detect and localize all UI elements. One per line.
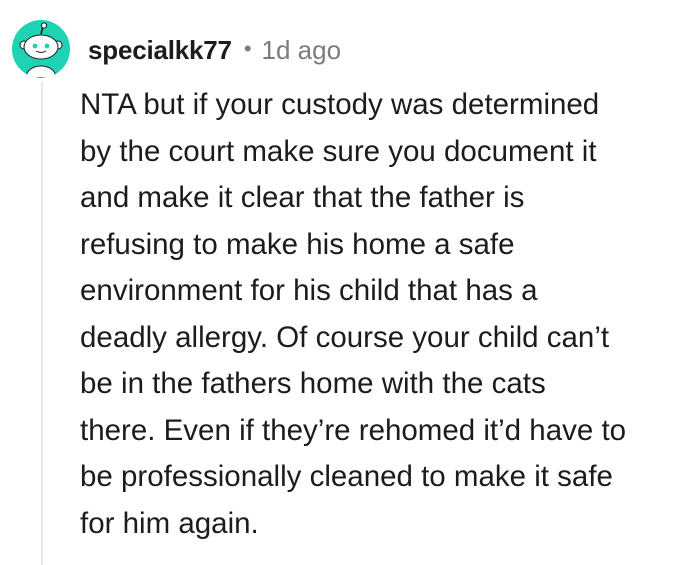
- comment-text-line: refusing to make his home a safe: [80, 227, 515, 261]
- comment-header: specialkk77 • 1d ago: [88, 30, 341, 70]
- comment-text-line: NTA but if your custody was determined: [80, 88, 600, 121]
- comment-text-line: be professionally cleaned to make it saf…: [80, 460, 613, 493]
- comment-thread-line[interactable]: [41, 82, 43, 565]
- avatar[interactable]: [12, 20, 70, 78]
- comment-text-line: deadly allergy. Of course your child can…: [80, 320, 610, 354]
- snoo-avatar-icon: [19, 22, 63, 78]
- header-separator: •: [243, 36, 252, 61]
- comment-text-line: by the court make sure you document it: [80, 134, 597, 168]
- comment-text-line: there. Even if they’re rehomed it’d have…: [80, 413, 627, 447]
- comment-body: NTA but if your custody was determined b…: [80, 82, 694, 547]
- comment-text-line: and make it clear that the father is: [80, 181, 525, 214]
- comment-text-line: be in the fathers home with the cats: [80, 367, 546, 400]
- comment-text-line: for him again.: [80, 506, 259, 540]
- comment-text-line: environment for his child that has a: [80, 274, 538, 307]
- comment-timestamp[interactable]: 1d ago: [262, 35, 342, 66]
- username-link[interactable]: specialkk77: [88, 35, 232, 66]
